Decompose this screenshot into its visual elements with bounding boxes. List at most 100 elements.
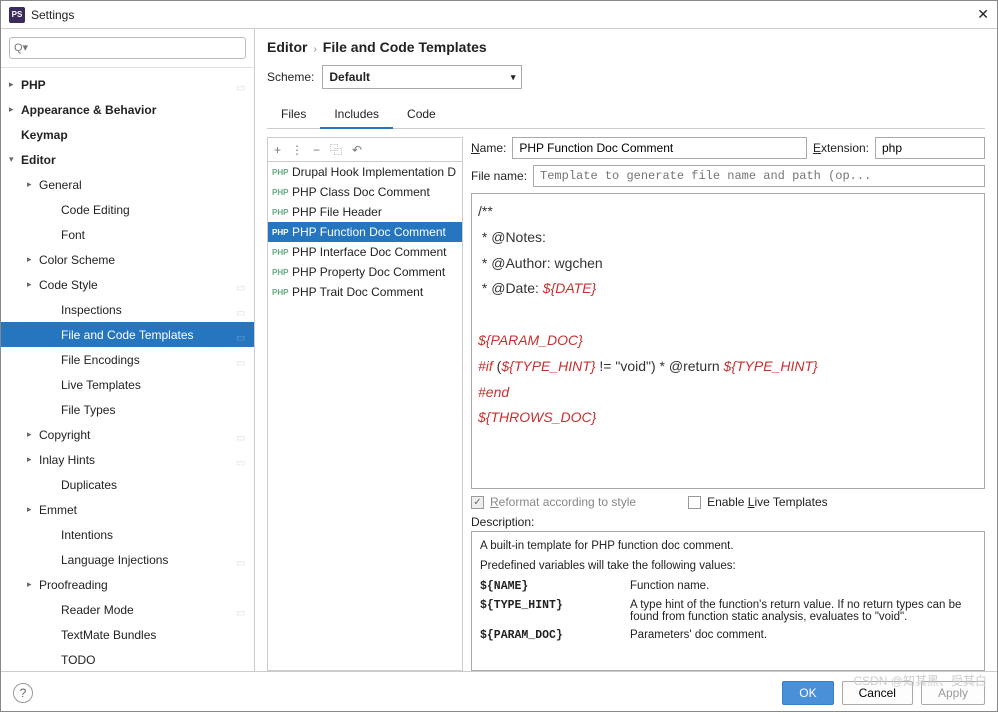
tree-item-label: Font	[61, 228, 254, 242]
close-icon[interactable]: ✕	[977, 6, 989, 23]
template-item-label: PHP Class Doc Comment	[292, 185, 430, 199]
tree-item-label: File Encodings	[61, 353, 236, 367]
sidebar: PHP Appearance & BehaviorKeymapEditor Gene…	[1, 29, 255, 671]
tab-includes[interactable]: Includes	[320, 101, 393, 129]
add-icon[interactable]: +	[274, 143, 281, 157]
template-item[interactable]: PHPPHP Trait Doc Comment	[268, 282, 462, 302]
cancel-button[interactable]: Cancel	[842, 681, 913, 705]
tree-item[interactable]: Inlay Hints	[1, 447, 254, 472]
template-item-label: PHP Property Doc Comment	[292, 265, 445, 279]
name-input[interactable]	[512, 137, 807, 159]
tree-item[interactable]: Reader Mode	[1, 597, 254, 622]
template-items[interactable]: PHPDrupal Hook Implementation DPHPPHP Cl…	[268, 162, 462, 670]
template-item[interactable]: PHP PHP Function Doc Comment	[268, 222, 462, 242]
template-item-label: PHP Function Doc Comment	[292, 225, 446, 239]
scope-icon	[236, 80, 250, 90]
template-code[interactable]: /** * @Notes: * @Author: wgchen * @Date:…	[471, 193, 985, 489]
template-item[interactable]: PHP Drupal Hook Implementation D	[268, 162, 462, 182]
tree-item[interactable]: TextMate Bundles	[1, 622, 254, 647]
tree-item[interactable]: Intentions	[1, 522, 254, 547]
tree-item[interactable]: General	[1, 172, 254, 197]
tree-item[interactable]: TODO	[1, 647, 254, 671]
tree-item[interactable]: Duplicates	[1, 472, 254, 497]
tree-item[interactable]: Emmet	[1, 497, 254, 522]
tabs: Files Includes Code	[267, 101, 985, 129]
php-icon: PHP	[272, 168, 288, 177]
php-icon: PHP	[272, 208, 288, 217]
chevron-icon	[27, 429, 39, 440]
scheme-label: Scheme:	[267, 70, 314, 84]
tree-item-label: Intentions	[61, 528, 254, 542]
filename-input[interactable]	[533, 165, 985, 187]
tree-item[interactable]: Appearance & Behavior	[1, 97, 254, 122]
main-panel: Editor›File and Code Templates Scheme: D…	[255, 29, 997, 671]
tree-item[interactable]: Code Style	[1, 272, 254, 297]
tree-item[interactable]: File Types	[1, 397, 254, 422]
tree-item-label: Live Templates	[61, 378, 254, 392]
chevron-icon	[27, 254, 39, 265]
live-templates-checkbox[interactable]	[688, 496, 701, 509]
scope-icon	[236, 555, 250, 565]
php-icon: PHP	[272, 288, 288, 297]
template-item[interactable]: PHPPHP Interface Doc Comment	[268, 242, 462, 262]
tree-item[interactable]: Live Templates	[1, 372, 254, 397]
scheme-select[interactable]: Default	[322, 65, 522, 89]
tree-item[interactable]: Copyright	[1, 422, 254, 447]
live-templates-label: Enable Live Templates	[707, 495, 828, 509]
tree-item-label: File Types	[61, 403, 254, 417]
tree-item[interactable]: Language Injections	[1, 547, 254, 572]
copy-icon[interactable]: ⿻	[330, 141, 342, 158]
php-icon: PHP	[272, 228, 288, 237]
tree-item-label: TextMate Bundles	[61, 628, 254, 642]
tree-item-label: TODO	[61, 653, 254, 667]
chevron-icon	[9, 154, 21, 165]
extension-label: Extension:	[813, 141, 869, 155]
tree-item-label: PHP	[21, 78, 236, 92]
scope-icon	[236, 430, 250, 440]
tree-item[interactable]: Inspections	[1, 297, 254, 322]
scope-icon	[236, 605, 250, 615]
scope-icon	[236, 330, 250, 340]
chevron-icon	[9, 79, 21, 90]
tree-item[interactable]: Code Editing	[1, 197, 254, 222]
tree-item-label: Emmet	[39, 503, 254, 517]
tree-item[interactable]: File and Code Templates	[1, 322, 254, 347]
help-icon[interactable]: ?	[13, 683, 33, 703]
scope-icon	[236, 280, 250, 290]
tree-item[interactable]: Font	[1, 222, 254, 247]
php-icon: PHP	[272, 268, 288, 277]
tree-item-label: General	[39, 178, 254, 192]
remove-icon[interactable]: −	[313, 143, 320, 157]
php-icon: PHP	[272, 248, 288, 257]
scope-icon	[236, 455, 250, 465]
sep-icon[interactable]: ⋮	[291, 143, 303, 157]
scope-icon	[236, 305, 250, 315]
ok-button[interactable]: OK	[782, 681, 833, 705]
settings-tree[interactable]: PHP Appearance & BehaviorKeymapEditor Gene…	[1, 68, 254, 671]
tree-item-label: Code Style	[39, 278, 236, 292]
extension-input[interactable]	[875, 137, 985, 159]
tab-code[interactable]: Code	[393, 101, 450, 128]
tree-item[interactable]: Color Scheme	[1, 247, 254, 272]
chevron-icon	[9, 104, 21, 115]
tree-item-label: Code Editing	[61, 203, 254, 217]
tree-item[interactable]: Editor	[1, 147, 254, 172]
titlebar: PS Settings ✕	[1, 1, 997, 29]
template-item-label: Drupal Hook Implementation D	[292, 165, 456, 179]
description-box: A built-in template for PHP function doc…	[471, 531, 985, 671]
template-item[interactable]: PHP PHP Property Doc Comment	[268, 262, 462, 282]
tree-item[interactable]: Proofreading	[1, 572, 254, 597]
tree-item-label: Color Scheme	[39, 253, 254, 267]
revert-icon[interactable]: ↶	[352, 143, 362, 157]
search-input[interactable]	[9, 37, 246, 59]
tree-item-label: Inspections	[61, 303, 236, 317]
scope-icon	[236, 355, 250, 365]
tab-files[interactable]: Files	[267, 101, 320, 128]
template-item[interactable]: PHPPHP File Header	[268, 202, 462, 222]
tree-item[interactable]: PHP	[1, 72, 254, 97]
tree-item[interactable]: Keymap	[1, 122, 254, 147]
apply-button[interactable]: Apply	[921, 681, 985, 705]
template-item[interactable]: PHPPHP Class Doc Comment	[268, 182, 462, 202]
reformat-checkbox	[471, 496, 484, 509]
tree-item[interactable]: File Encodings	[1, 347, 254, 372]
